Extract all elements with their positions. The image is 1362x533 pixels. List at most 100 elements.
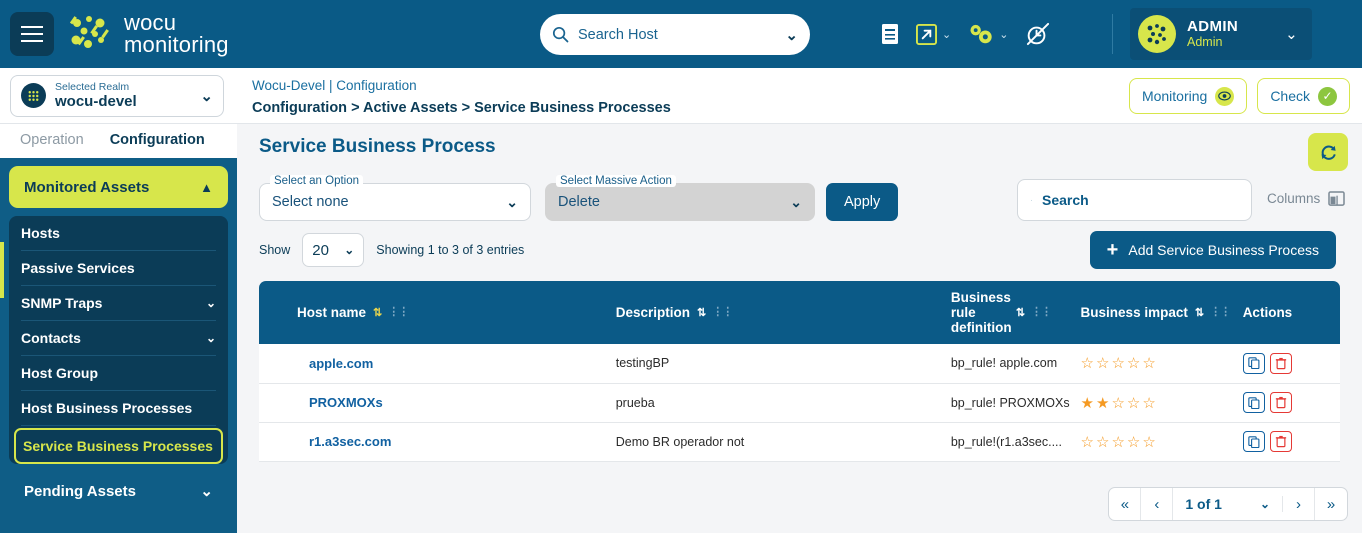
first-page-button[interactable]: « — [1109, 488, 1142, 520]
breadcrumb-path: Configuration > Active Assets > Service … — [252, 99, 671, 116]
sort-icon[interactable]: ⇅ — [1016, 306, 1025, 319]
select-massive-action-dropdown[interactable]: Select Massive Action Delete ⌄ — [545, 175, 815, 221]
host-search-box[interactable]: ⌄ — [540, 14, 810, 55]
grip-icon[interactable]: ⋮⋮ — [1210, 307, 1231, 318]
sub-header: Selected Realm wocu-devel ⌄ Wocu-Devel |… — [0, 68, 1362, 124]
delete-button[interactable] — [1269, 431, 1292, 452]
column-label: Description — [615, 305, 690, 320]
delete-button[interactable] — [1269, 352, 1292, 374]
table-row[interactable]: PROXMOXs prueba bp_rule! PROXMOXs ★★☆☆☆ — [259, 383, 1340, 422]
chevron-down-icon[interactable]: ⌄ — [200, 87, 213, 105]
sidebar-item-hosts[interactable]: Hosts — [21, 216, 216, 251]
sidebar-item-label: Host Business Processes — [21, 400, 193, 416]
chevron-down-icon[interactable]: ⌄ — [942, 28, 951, 41]
table-row[interactable]: apple.com testingBP bp_rule! apple.com ☆… — [259, 344, 1340, 383]
sidebar-item-host-group[interactable]: Host Group — [21, 356, 216, 391]
duplicate-button[interactable] — [1242, 392, 1265, 413]
sidebar-item-service-business-processes[interactable]: Service Business Processes — [14, 428, 223, 464]
sidebar-accordion-monitored-assets[interactable]: Monitored Assets ▲ — [9, 166, 228, 208]
chevron-down-icon[interactable]: ⌄ — [999, 28, 1008, 41]
pagination: « ‹ 1 of 1 ⌄ › » — [1108, 487, 1348, 521]
refresh-icon — [1320, 145, 1336, 160]
tab-configuration[interactable]: Configuration — [110, 132, 205, 150]
eye-icon — [1215, 86, 1235, 106]
host-search-input[interactable] — [578, 26, 777, 43]
column-host-name[interactable]: Host name ⇅ ⋮⋮ — [259, 281, 616, 344]
document-icon[interactable] — [880, 23, 900, 45]
sidebar-item-label: Service Business Processes — [23, 438, 213, 454]
sidebar-item-host-business-processes[interactable]: Host Business Processes — [21, 391, 216, 426]
user-role: Admin — [1187, 35, 1223, 50]
column-business-rule-definition[interactable]: Business rule definition ⇅ ⋮⋮ — [951, 281, 1081, 344]
cell-description: testingBP — [615, 356, 670, 371]
table-row[interactable]: r1.a3sec.com Demo BR operador not bp_rul… — [259, 422, 1340, 461]
columns-button[interactable]: Columns — [1267, 191, 1346, 206]
chevron-up-icon[interactable]: ▲ — [200, 180, 213, 195]
column-description[interactable]: Description ⇅ ⋮⋮ — [616, 281, 951, 344]
chevron-down-icon[interactable]: ⌄ — [790, 194, 802, 211]
realm-selector[interactable]: Selected Realm wocu-devel ⌄ — [10, 74, 224, 117]
sort-icon[interactable]: ⇅ — [697, 306, 706, 319]
grip-icon[interactable]: ⋮⋮ — [388, 307, 409, 318]
chevron-down-icon[interactable]: ⌄ — [206, 331, 216, 345]
table-search-box[interactable] — [1017, 179, 1252, 221]
last-page-button[interactable]: » — [1315, 488, 1347, 520]
sidebar-item-snmp-traps[interactable]: SNMP Traps ⌄ — [21, 286, 216, 321]
sidebar-accordion-label: Pending Assets — [24, 482, 136, 500]
sort-icon[interactable]: ⇅ — [1195, 306, 1204, 319]
tab-operation[interactable]: Operation — [20, 132, 84, 150]
duplicate-button[interactable] — [1242, 352, 1265, 374]
host-link[interactable]: r1.a3sec.com — [309, 434, 391, 449]
sidebar-item-contacts[interactable]: Contacts ⌄ — [21, 321, 216, 356]
monitoring-button[interactable]: Monitoring — [1128, 78, 1248, 114]
check-button[interactable]: Check ✓ — [1257, 78, 1350, 114]
business-impact-stars: ☆☆☆☆☆ — [1080, 355, 1158, 373]
chevron-down-icon[interactable]: ⌄ — [200, 482, 213, 500]
delete-button[interactable] — [1269, 392, 1292, 413]
page-selector[interactable]: 1 of 1 ⌄ — [1173, 496, 1283, 512]
grip-icon[interactable]: ⋮⋮ — [1031, 307, 1052, 318]
sort-icon[interactable]: ⇅ — [373, 306, 382, 319]
sidebar-item-passive-services[interactable]: Passive Services — [21, 251, 216, 286]
chevron-down-icon[interactable]: ⌄ — [785, 26, 798, 44]
host-link[interactable]: apple.com — [309, 356, 373, 371]
page-size-dropdown[interactable]: 20 ⌄ — [302, 233, 365, 267]
chevron-down-icon[interactable]: ⌄ — [1260, 497, 1270, 511]
brand-line-2: monitoring — [124, 32, 229, 57]
refresh-button[interactable] — [1308, 133, 1348, 171]
next-page-button[interactable]: › — [1283, 488, 1315, 520]
apply-button[interactable]: Apply — [826, 183, 899, 221]
main-content: Service Business Process Select an Optio… — [237, 124, 1362, 533]
gears-icon[interactable]: ⌄ — [967, 22, 1008, 46]
sidebar-item-label: Contacts — [21, 330, 81, 346]
topbar-icon-group: ⌄ ⌄ — [880, 0, 1051, 68]
prev-page-button[interactable]: ‹ — [1141, 488, 1174, 520]
grip-icon[interactable]: ⋮⋮ — [712, 307, 733, 318]
topbar-divider — [1112, 14, 1113, 54]
header-action-buttons: Monitoring Check ✓ — [1128, 78, 1350, 114]
chevron-down-icon[interactable]: ⌄ — [506, 194, 518, 211]
breadcrumb-context: Wocu-Devel | Configuration — [252, 78, 417, 93]
realm-label: Selected Realm — [55, 80, 130, 93]
column-actions: Actions — [1243, 281, 1340, 344]
sidebar-accent-edge — [0, 242, 4, 298]
chevron-down-icon[interactable]: ⌄ — [206, 296, 216, 310]
realm-value: wocu-devel — [55, 92, 137, 110]
external-link-icon[interactable]: ⌄ — [916, 23, 951, 45]
user-menu[interactable]: ADMIN Admin ⌄ — [1130, 8, 1312, 60]
sidebar-accordion-label: Monitored Assets — [24, 178, 150, 196]
table-header-row: Host name ⇅ ⋮⋮ Description ⇅ ⋮⋮ Business… — [259, 281, 1340, 344]
hamburger-menu-icon[interactable] — [10, 12, 54, 56]
select-an-option-dropdown[interactable]: Select an Option Select none ⌄ — [259, 175, 531, 221]
column-business-impact[interactable]: Business impact ⇅ ⋮⋮ — [1081, 281, 1243, 344]
sidebar-accordion-pending-assets[interactable]: Pending Assets ⌄ — [9, 470, 228, 512]
host-link[interactable]: PROXMOXs — [309, 395, 383, 410]
table-search-input[interactable] — [1042, 192, 1238, 208]
duplicate-button[interactable] — [1242, 431, 1265, 452]
add-service-business-process-button[interactable]: + Add Service Business Process — [1089, 231, 1336, 269]
clock-off-icon[interactable] — [1024, 22, 1051, 47]
chevron-down-icon[interactable]: ⌄ — [344, 243, 354, 257]
chevron-down-icon[interactable]: ⌄ — [1285, 25, 1298, 43]
column-label: Business rule definition — [950, 290, 1012, 335]
cell-description: prueba — [615, 395, 655, 410]
